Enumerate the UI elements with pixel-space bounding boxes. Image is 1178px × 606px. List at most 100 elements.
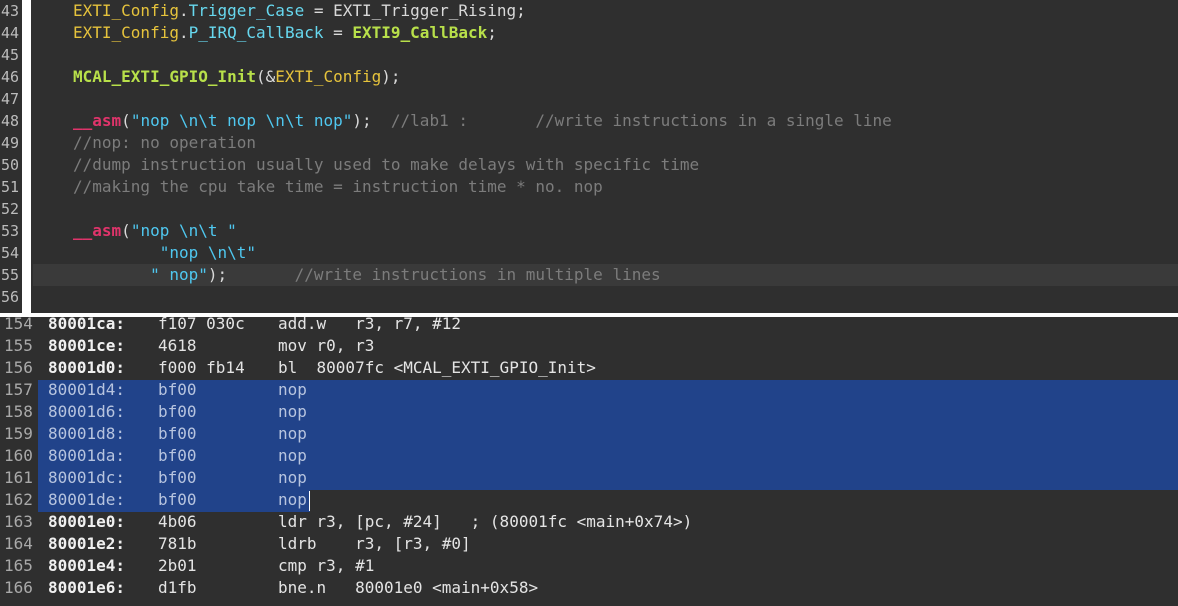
code-token: = EXTI_Trigger_Rising;	[304, 1, 526, 20]
instruction: nop	[278, 468, 307, 487]
opcode-hex: bf00	[158, 446, 197, 465]
line-number: 164	[4, 534, 33, 553]
code-token: __asm	[73, 221, 122, 240]
line-number: 50	[1, 156, 20, 174]
disassembly-row[interactable]: 162 80001de: bf00 nop	[0, 489, 1178, 511]
disassembly-row[interactable]: 165 80001e4: 2b01 cmp r3, #1	[0, 555, 1178, 577]
line-number: 47	[1, 90, 20, 108]
editor-line[interactable]: 55 " nop"); //write instructions in mult…	[1, 264, 1178, 286]
editor-line[interactable]: 50 //dump instruction usually used to mak…	[0, 154, 1178, 176]
line-number: 44	[1, 24, 20, 42]
disassembly-row[interactable]: 166 80001e6: d1fb bne.n 80001e0 <main+0x58>	[0, 577, 1178, 599]
opcode-hex: bf00	[158, 402, 197, 421]
opcode-hex: f000 fb14	[158, 358, 245, 377]
editor-line[interactable]: 49 //nop: no operation	[0, 132, 1178, 154]
code-token: );	[381, 67, 401, 86]
disassembly-row[interactable]: 161 80001dc: bf00 nop	[0, 467, 1178, 489]
code-token: P_IRQ_CallBack	[188, 23, 324, 42]
code-token: " nop"	[73, 265, 208, 284]
editor-line[interactable]: 44 EXTI_Config.P_IRQ_CallBack = EXTI9_Cal…	[0, 22, 1178, 44]
disassembly-pane[interactable]: 154 80001ca: f107 030c add.w r3, r7, #12 155…	[0, 314, 1178, 606]
code-text: //dump instruction usually used to make …	[73, 154, 699, 176]
instruction: mov r0, r3	[278, 336, 375, 355]
line-number: 49	[1, 134, 20, 152]
code-text: //making the cpu take time = instruction…	[73, 176, 603, 198]
disassembly-row[interactable]: 154 80001ca: f107 030c add.w r3, r7, #12	[0, 313, 1178, 335]
code-token: //lab1 : //write instructions in a singl…	[390, 111, 892, 130]
code-text: __asm("nop \n\t "	[73, 220, 237, 242]
code-text: "nop \n\t"	[73, 242, 256, 264]
code-token: .	[178, 1, 189, 20]
code-token: (	[121, 111, 131, 130]
disassembly-row[interactable]: 155 80001ce: 4618 mov r0, r3	[0, 335, 1178, 357]
code-token: //making the cpu take time = instruction…	[73, 177, 603, 196]
instruction: nop	[278, 490, 307, 509]
line-number: 162	[4, 490, 33, 509]
line-number: 55	[1, 266, 20, 284]
code-token: EXTI9_CallBack	[352, 23, 488, 42]
line-number: 160	[4, 446, 33, 465]
code-token: (&	[256, 67, 276, 86]
disassembly-row[interactable]: 158 80001d6: bf00 nop	[0, 401, 1178, 423]
code-token: );	[207, 265, 295, 284]
instruction: nop	[278, 424, 307, 443]
code-text: " nop"); //write instructions in multipl…	[73, 264, 661, 286]
opcode-hex: d1fb	[158, 578, 197, 597]
source-editor-pane[interactable]: 43 EXTI_Config.Trigger_Case = EXTI_Trigge…	[0, 0, 1178, 313]
instruction: ldr r3, [pc, #24] ; (80001fc <main+0x74>…	[278, 512, 693, 531]
code-token: __asm	[73, 111, 122, 130]
code-text: MCAL_EXTI_GPIO_Init(&EXTI_Config);	[73, 66, 401, 88]
code-token: EXTI_Config	[73, 1, 179, 20]
code-text: __asm("nop \n\t nop \n\t nop"); //lab1 :…	[73, 110, 892, 132]
editor-line[interactable]: 47	[0, 88, 1178, 110]
editor-line[interactable]: 53 __asm("nop \n\t "	[0, 220, 1178, 242]
address: 80001ce:	[48, 336, 126, 355]
code-token: "nop \n\t"	[73, 243, 257, 262]
address: 80001ca:	[48, 314, 126, 333]
line-number: 48	[1, 112, 20, 130]
line-number: 52	[1, 200, 20, 218]
disassembly-row[interactable]: 164 80001e2: 781b ldrb r3, [r3, #0]	[0, 533, 1178, 555]
opcode-hex: 781b	[158, 534, 197, 553]
line-number: 54	[1, 244, 20, 262]
opcode-hex: 4b06	[158, 512, 197, 531]
line-number: 165	[4, 556, 33, 575]
opcode-hex: 2b01	[158, 556, 197, 575]
disassembly-row[interactable]: 159 80001d8: bf00 nop	[0, 423, 1178, 445]
code-token: //write instructions in multiple lines	[294, 265, 661, 284]
disassembly-row[interactable]: 160 80001da: bf00 nop	[0, 445, 1178, 467]
line-number: 156	[4, 358, 33, 377]
code-token: //dump instruction usually used to make …	[73, 155, 700, 174]
address: 80001e2:	[48, 534, 126, 553]
editor-line[interactable]: 52	[0, 198, 1178, 220]
line-number: 163	[4, 512, 33, 531]
line-number: 157	[4, 380, 33, 399]
opcode-hex: f107 030c	[158, 314, 245, 333]
opcode-hex: bf00	[158, 490, 197, 509]
code-token: //nop: no operation	[73, 133, 257, 152]
code-token: (	[121, 221, 131, 240]
address: 80001de:	[48, 490, 126, 509]
instruction: ldrb r3, [r3, #0]	[278, 534, 471, 553]
editor-line[interactable]: 54 "nop \n\t"	[0, 242, 1178, 264]
code-token: =	[323, 23, 353, 42]
editor-line[interactable]: 48 __asm("nop \n\t nop \n\t nop"); //lab1…	[0, 110, 1178, 132]
editor-line[interactable]: 45	[0, 44, 1178, 66]
editor-line[interactable]: 43 EXTI_Config.Trigger_Case = EXTI_Trigge…	[0, 0, 1178, 22]
disassembly-row[interactable]: 157 80001d4: bf00 nop	[0, 379, 1178, 401]
editor-line[interactable]: 46 MCAL_EXTI_GPIO_Init(&EXTI_Config);	[0, 66, 1178, 88]
code-text: //nop: no operation	[73, 132, 256, 154]
editor-line[interactable]: 51 //making the cpu take time = instructi…	[0, 176, 1178, 198]
instruction: nop	[278, 446, 307, 465]
instruction: cmp r3, #1	[278, 556, 375, 575]
code-token: EXTI_Config	[275, 67, 382, 86]
instruction: nop	[278, 402, 307, 421]
address: 80001dc:	[48, 468, 126, 487]
instruction: bne.n 80001e0 <main+0x58>	[278, 578, 539, 597]
disassembly-row[interactable]: 163 80001e0: 4b06 ldr r3, [pc, #24] ; (8000…	[0, 511, 1178, 533]
disassembly-row[interactable]: 156 80001d0: f000 fb14 bl 80007fc <MCAL_EXT…	[0, 357, 1178, 379]
code-token: EXTI_Config	[73, 23, 179, 42]
editor-line[interactable]: 56	[0, 286, 1178, 308]
instruction: nop	[278, 380, 307, 399]
address: 80001d6:	[48, 402, 126, 421]
